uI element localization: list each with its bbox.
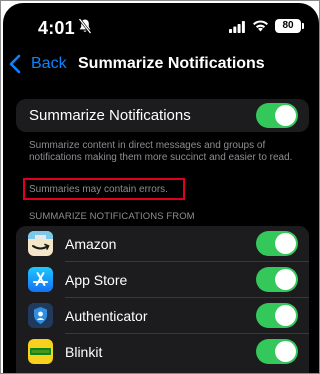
warning-text: Summaries may contain errors. xyxy=(29,184,168,195)
status-time: 4:01 xyxy=(38,18,75,38)
battery-icon: 80 xyxy=(275,19,304,33)
authenticator-toggle[interactable] xyxy=(256,303,298,328)
screenshot-frame: 4:01 80 Back Summarize Notifications Sum… xyxy=(0,0,320,374)
authenticator-icon xyxy=(28,303,53,328)
app-store-icon xyxy=(28,267,53,292)
page-title: Summarize Notifications xyxy=(78,55,265,72)
wifi-icon xyxy=(253,20,268,32)
blinkit-toggle[interactable] xyxy=(256,339,298,364)
back-button[interactable]: Back xyxy=(9,53,67,75)
amazon-app-icon xyxy=(28,231,53,256)
summarize-notifications-label: Summarize Notifications xyxy=(29,107,191,124)
app-store-toggle[interactable] xyxy=(256,267,298,292)
summarize-notifications-card: Summarize Notifications xyxy=(16,99,309,132)
app-row-amazon[interactable]: Amazon xyxy=(16,226,309,262)
phone-screen: 4:01 80 Back Summarize Notifications Sum… xyxy=(3,3,319,373)
summarize-notifications-toggle[interactable] xyxy=(256,103,298,128)
app-name-app-store: App Store xyxy=(65,272,128,288)
app-list: Amazon App Store Authenticator Blinkit xyxy=(16,226,309,373)
cellular-signal-icon xyxy=(229,21,245,33)
chevron-left-icon xyxy=(9,54,21,74)
app-name-blinkit: Blinkit xyxy=(65,344,103,360)
bell-slash-icon xyxy=(78,18,92,34)
app-row-blinkit[interactable]: Blinkit xyxy=(16,334,309,370)
blinkit-icon xyxy=(28,339,53,364)
app-name-authenticator: Authenticator xyxy=(65,308,148,324)
section-header: SUMMARIZE NOTIFICATIONS FROM xyxy=(29,211,195,222)
back-label: Back xyxy=(31,55,67,72)
description-text: Summarize content in direct messages and… xyxy=(29,140,293,163)
amazon-toggle[interactable] xyxy=(256,231,298,256)
app-name-amazon: Amazon xyxy=(65,236,117,252)
app-row-authenticator[interactable]: Authenticator xyxy=(16,298,309,334)
app-row-app-store[interactable]: App Store xyxy=(16,262,309,298)
